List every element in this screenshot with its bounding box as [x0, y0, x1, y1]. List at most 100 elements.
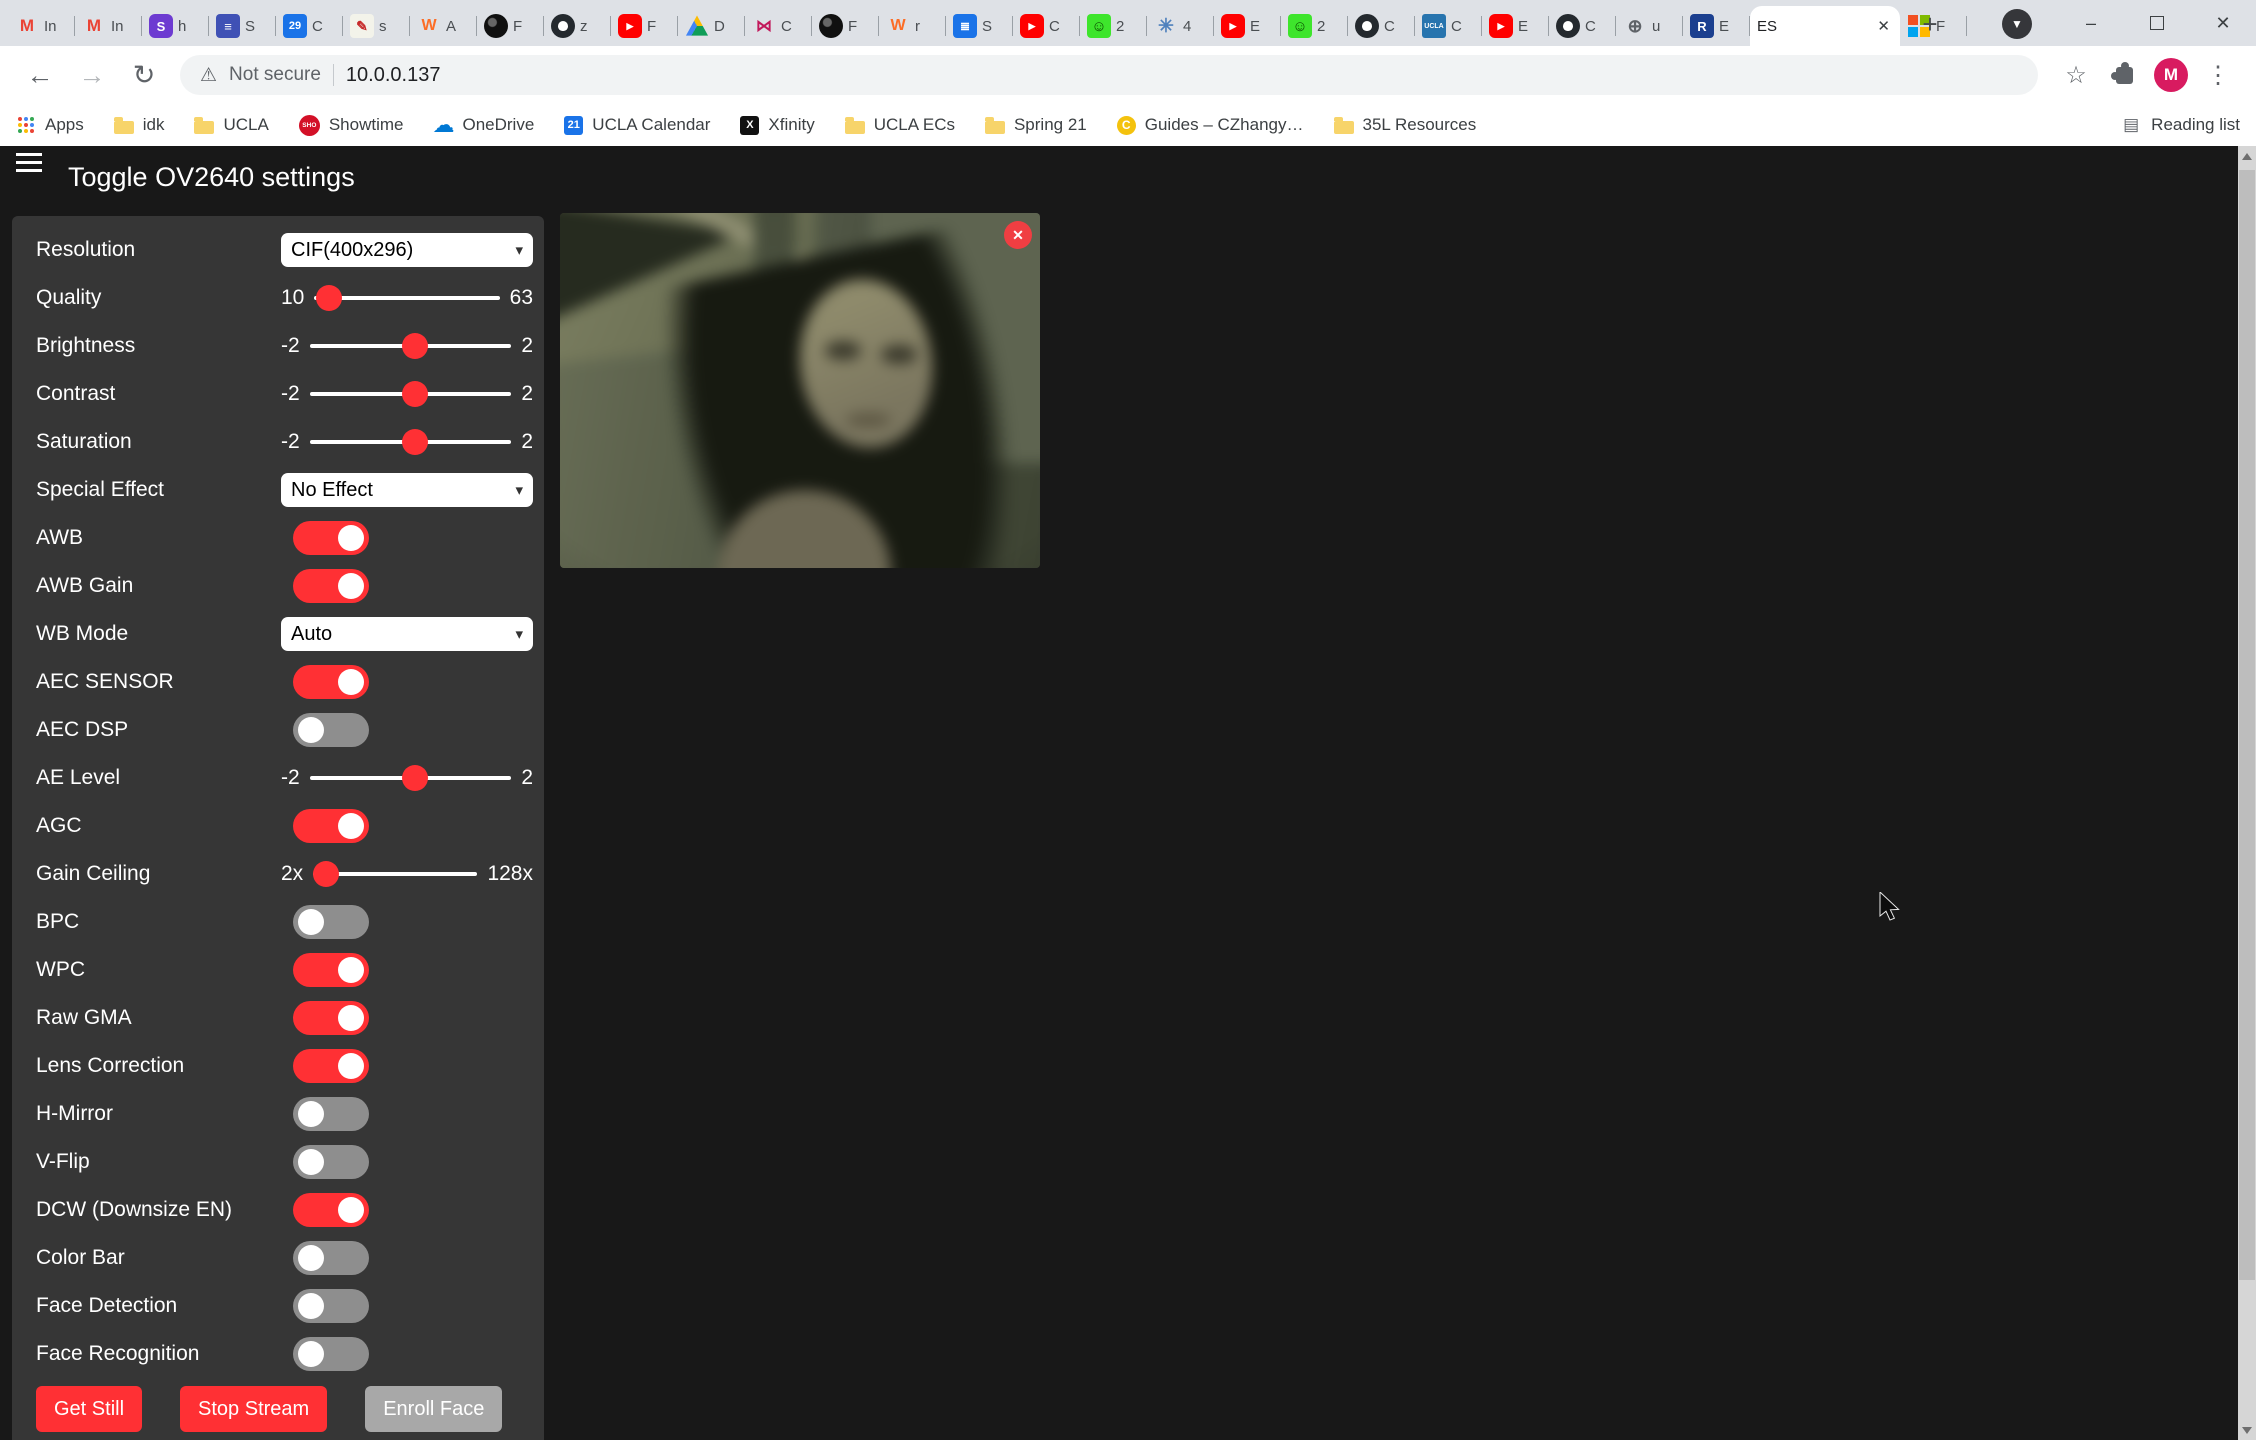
face-detection-toggle[interactable] — [293, 1289, 369, 1323]
gitlab-favicon: W — [886, 14, 910, 38]
contrast-slider-track[interactable] — [310, 392, 512, 396]
bookmark-xfinity[interactable]: XXfinity — [740, 115, 814, 135]
tab-20[interactable]: C — [1348, 6, 1415, 46]
lens-correction-toggle[interactable] — [293, 1049, 369, 1083]
tab-25[interactable]: RE — [1683, 6, 1750, 46]
special-effect-select[interactable]: No Effect▾ — [281, 473, 533, 507]
resolution-select[interactable]: CIF(400x296)▾ — [281, 233, 533, 267]
contrast-slider[interactable]: -22 — [281, 382, 533, 406]
contrast-slider-thumb[interactable] — [402, 381, 428, 407]
bookmark-ucla[interactable]: UCLA — [194, 115, 268, 135]
close-window-button[interactable]: ✕ — [2190, 0, 2256, 46]
tab-22[interactable]: ▶E — [1482, 6, 1549, 46]
bookmark-spring-21[interactable]: Spring 21 — [985, 115, 1087, 135]
tab-6[interactable]: WA — [410, 6, 477, 46]
rblue-favicon: R — [1690, 14, 1714, 38]
scrollbar-thumb[interactable] — [2239, 170, 2255, 1280]
bpc-toggle[interactable] — [293, 905, 369, 939]
stop-stream-button[interactable]: Stop Stream — [180, 1386, 327, 1432]
quality-slider[interactable]: 1063 — [281, 286, 533, 310]
profile-avatar[interactable]: M — [2154, 58, 2188, 92]
bookmark-35l-resources[interactable]: 35L Resources — [1334, 115, 1477, 135]
aec-dsp-toggle[interactable] — [293, 713, 369, 747]
bookmark-star-button[interactable]: ☆ — [2052, 51, 2100, 99]
tab-8[interactable]: z — [544, 6, 611, 46]
face-recognition-toggle[interactable] — [293, 1337, 369, 1371]
bookmark-onedrive[interactable]: ☁OneDrive — [433, 115, 534, 135]
bookmark-ucla-calendar[interactable]: 21UCLA Calendar — [564, 115, 710, 135]
tab-7[interactable]: F — [477, 6, 544, 46]
ae-level-slider-thumb[interactable] — [402, 765, 428, 791]
tab-5[interactable]: ✎s — [343, 6, 410, 46]
brightness-slider[interactable]: -22 — [281, 334, 533, 358]
tab-active-es[interactable]: ES✕ — [1750, 6, 1900, 46]
tab-13[interactable]: Wr — [879, 6, 946, 46]
tab-21[interactable]: UCLAC — [1415, 6, 1482, 46]
tab-15[interactable]: ▶C — [1013, 6, 1080, 46]
tab-12[interactable]: F — [812, 6, 879, 46]
enroll-face-button[interactable]: Enroll Face — [365, 1386, 502, 1432]
saturation-slider-track[interactable] — [310, 440, 512, 444]
tab-close-icon[interactable]: ✕ — [1874, 17, 1893, 35]
tab-4[interactable]: 29C — [276, 6, 343, 46]
tab-23[interactable]: C — [1549, 6, 1616, 46]
tab-11[interactable]: ⋈C — [745, 6, 812, 46]
bookmark-guides-czhangy[interactable]: CGuides – CZhangy… — [1117, 115, 1304, 135]
gain-ceiling-slider[interactable]: 2x128x — [281, 862, 533, 886]
tab-2[interactable]: Sh — [142, 6, 209, 46]
menu-toggle-button[interactable] — [16, 166, 46, 190]
color-bar-toggle[interactable] — [293, 1241, 369, 1275]
brightness-slider-track[interactable] — [310, 344, 512, 348]
forward-button[interactable]: → — [66, 51, 118, 99]
wb-mode-select[interactable]: Auto▾ — [281, 617, 533, 651]
ae-level-slider-track[interactable] — [310, 776, 512, 780]
quality-slider-thumb[interactable] — [316, 285, 342, 311]
raw-gma-toggle[interactable] — [293, 1001, 369, 1035]
brightness-slider-thumb[interactable] — [402, 333, 428, 359]
aec-sensor-toggle[interactable] — [293, 665, 369, 699]
awb-gain-toggle[interactable] — [293, 569, 369, 603]
tab-17[interactable]: ✳4 — [1147, 6, 1214, 46]
back-button[interactable]: ← — [14, 51, 66, 99]
tab-16[interactable]: ☺2 — [1080, 6, 1147, 46]
tab-0[interactable]: MIn — [8, 6, 75, 46]
maximize-button[interactable] — [2124, 0, 2190, 46]
extensions-button[interactable] — [2100, 51, 2148, 99]
dcw-downsize-en-toggle[interactable] — [293, 1193, 369, 1227]
gain-ceiling-slider-thumb[interactable] — [313, 861, 339, 887]
bookmark-idk[interactable]: idk — [114, 115, 165, 135]
v-flip-toggle[interactable] — [293, 1145, 369, 1179]
reading-list-button[interactable]: ▤ Reading list — [2121, 115, 2240, 135]
bookmark-showtime[interactable]: SHOShowtime — [299, 115, 404, 136]
stream-close-button[interactable]: ✕ — [1004, 221, 1032, 249]
page-scrollbar[interactable] — [2238, 146, 2256, 1440]
tab-1[interactable]: MIn — [75, 6, 142, 46]
saturation-slider[interactable]: -22 — [281, 430, 533, 454]
get-still-button[interactable]: Get Still — [36, 1386, 142, 1432]
new-tab-button[interactable]: + — [1910, 8, 1950, 40]
bookmark-ucla-ecs[interactable]: UCLA ECs — [845, 115, 955, 135]
awb-toggle[interactable] — [293, 521, 369, 555]
quality-slider-track[interactable] — [314, 296, 499, 300]
scrollbar-up-button[interactable] — [2238, 146, 2256, 166]
scrollbar-down-button[interactable] — [2238, 1420, 2256, 1440]
agc-toggle[interactable] — [293, 809, 369, 843]
browser-menu-button[interactable]: ⋮ — [2194, 51, 2242, 99]
tab-3[interactable]: ≡S — [209, 6, 276, 46]
bookmark-apps[interactable]: Apps — [16, 115, 84, 135]
address-bar[interactable]: ⚠ Not secure 10.0.0.137 — [180, 55, 2038, 95]
saturation-slider-thumb[interactable] — [402, 429, 428, 455]
gain-ceiling-slider-track[interactable] — [313, 872, 477, 876]
tab-9[interactable]: ▶F — [611, 6, 678, 46]
minimize-button[interactable]: – — [2058, 0, 2124, 46]
tab-10[interactable]: D — [678, 6, 745, 46]
tab-search-button[interactable]: ▼ — [2002, 9, 2032, 39]
wpc-toggle[interactable] — [293, 953, 369, 987]
tab-18[interactable]: ▶E — [1214, 6, 1281, 46]
h-mirror-toggle[interactable] — [293, 1097, 369, 1131]
tab-19[interactable]: ☺2 — [1281, 6, 1348, 46]
reload-button[interactable]: ↻ — [118, 51, 170, 99]
tab-14[interactable]: ≣S — [946, 6, 1013, 46]
ae-level-slider[interactable]: -22 — [281, 766, 533, 790]
tab-24[interactable]: ⊕u — [1616, 6, 1683, 46]
